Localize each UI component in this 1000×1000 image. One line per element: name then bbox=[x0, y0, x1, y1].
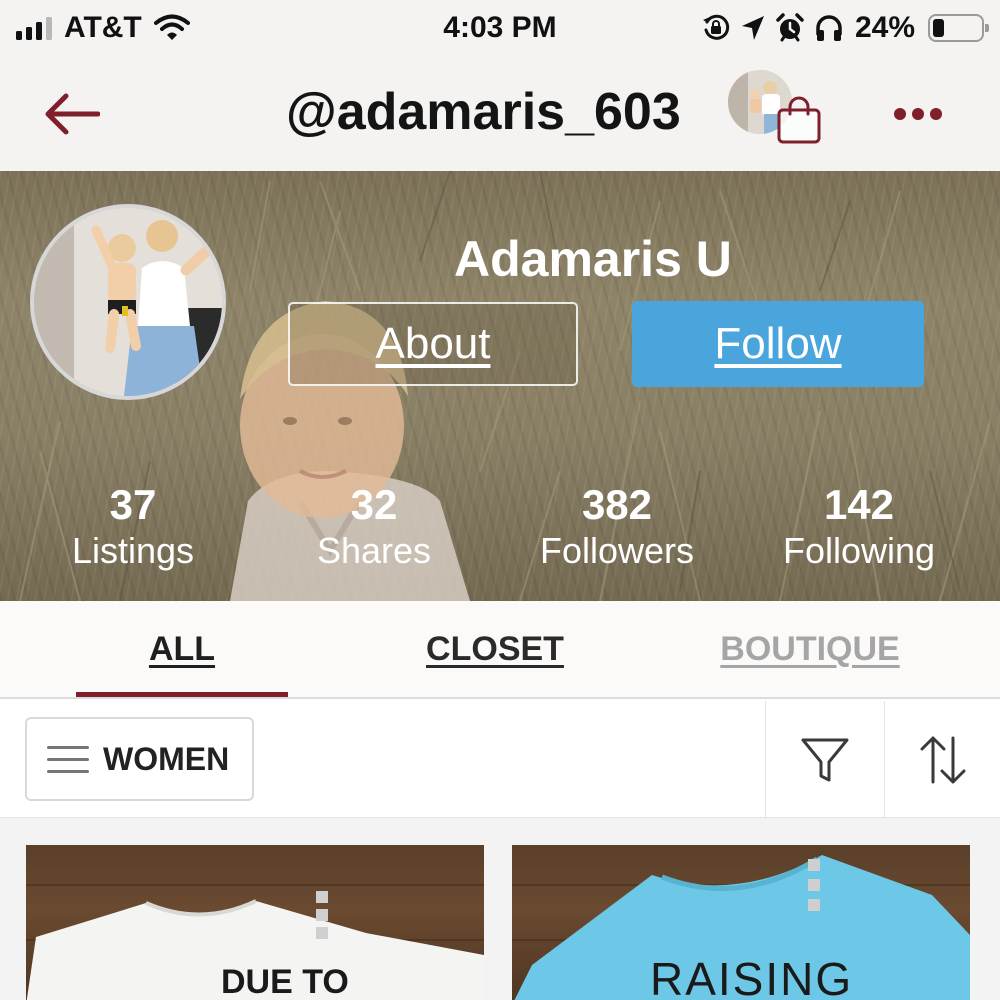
more-options-button[interactable] bbox=[886, 94, 950, 134]
display-name: Adamaris U bbox=[454, 231, 732, 287]
stat-value: 37 bbox=[109, 481, 157, 528]
stat-followers[interactable]: 382 Followers bbox=[517, 481, 717, 573]
tab-boutique[interactable]: BOUTIQUE bbox=[700, 601, 920, 697]
tab-all[interactable]: ALL bbox=[76, 601, 288, 697]
stat-shares[interactable]: 32 Shares bbox=[274, 481, 474, 573]
back-arrow-icon bbox=[45, 93, 100, 135]
listings-grid: DUE TO RAISING bbox=[0, 818, 1000, 1000]
listing-card[interactable]: RAISING bbox=[512, 845, 970, 1000]
stat-listings[interactable]: 37 Listings bbox=[33, 481, 233, 573]
back-button[interactable] bbox=[40, 86, 104, 142]
nav-bar: @adamaris_603 bbox=[0, 58, 1000, 171]
battery-percent: 24% bbox=[854, 11, 915, 44]
stat-following[interactable]: 142 Following bbox=[759, 481, 959, 573]
shopping-bag-icon bbox=[777, 96, 821, 144]
follow-button[interactable]: Follow bbox=[632, 301, 924, 387]
closet-tabs: ALL CLOSET BOUTIQUE bbox=[0, 601, 1000, 699]
profile-cover: Adamaris U About Follow 37 Listings 32 S… bbox=[0, 171, 1000, 601]
battery-icon bbox=[928, 14, 989, 42]
stat-value: 32 bbox=[350, 481, 398, 528]
more-dots-icon bbox=[894, 108, 906, 120]
alarm-icon bbox=[776, 13, 804, 42]
tab-closet[interactable]: CLOSET bbox=[395, 601, 595, 697]
stat-value: 382 bbox=[581, 481, 653, 528]
stat-label: Listings bbox=[71, 530, 195, 571]
stat-label: Shares bbox=[316, 530, 432, 571]
filter-button[interactable] bbox=[766, 701, 884, 818]
sort-arrows-icon bbox=[920, 736, 965, 783]
about-button[interactable]: About bbox=[288, 302, 578, 386]
active-tab-indicator bbox=[76, 692, 288, 697]
listing-image: DUE TO bbox=[26, 884, 484, 1000]
headphones-icon bbox=[816, 15, 842, 41]
hamburger-menu-icon bbox=[47, 745, 89, 773]
orientation-lock-icon bbox=[702, 14, 730, 40]
status-bar: AT&T 4:03 PM 24% bbox=[0, 0, 1000, 58]
shirt-print-text: DUE TO bbox=[221, 963, 349, 1000]
location-arrow-icon bbox=[741, 16, 764, 40]
department-selector[interactable]: WOMEN bbox=[25, 717, 254, 801]
page-title: @adamaris_603 bbox=[286, 83, 681, 141]
stat-label: Followers bbox=[539, 530, 695, 571]
listing-image: RAISING bbox=[512, 855, 970, 1000]
status-bar-right: 24% bbox=[701, 10, 989, 46]
department-label: WOMEN bbox=[103, 740, 230, 777]
listing-card[interactable]: DUE TO bbox=[26, 845, 484, 1000]
stat-value: 142 bbox=[823, 481, 895, 528]
filter-bar: WOMEN bbox=[0, 701, 1000, 818]
stat-label: Following bbox=[782, 530, 936, 571]
shirt-print-text: RAISING bbox=[650, 953, 853, 1000]
sort-button[interactable] bbox=[885, 701, 1000, 818]
profile-avatar[interactable] bbox=[30, 204, 226, 400]
filter-funnel-icon bbox=[801, 738, 849, 781]
